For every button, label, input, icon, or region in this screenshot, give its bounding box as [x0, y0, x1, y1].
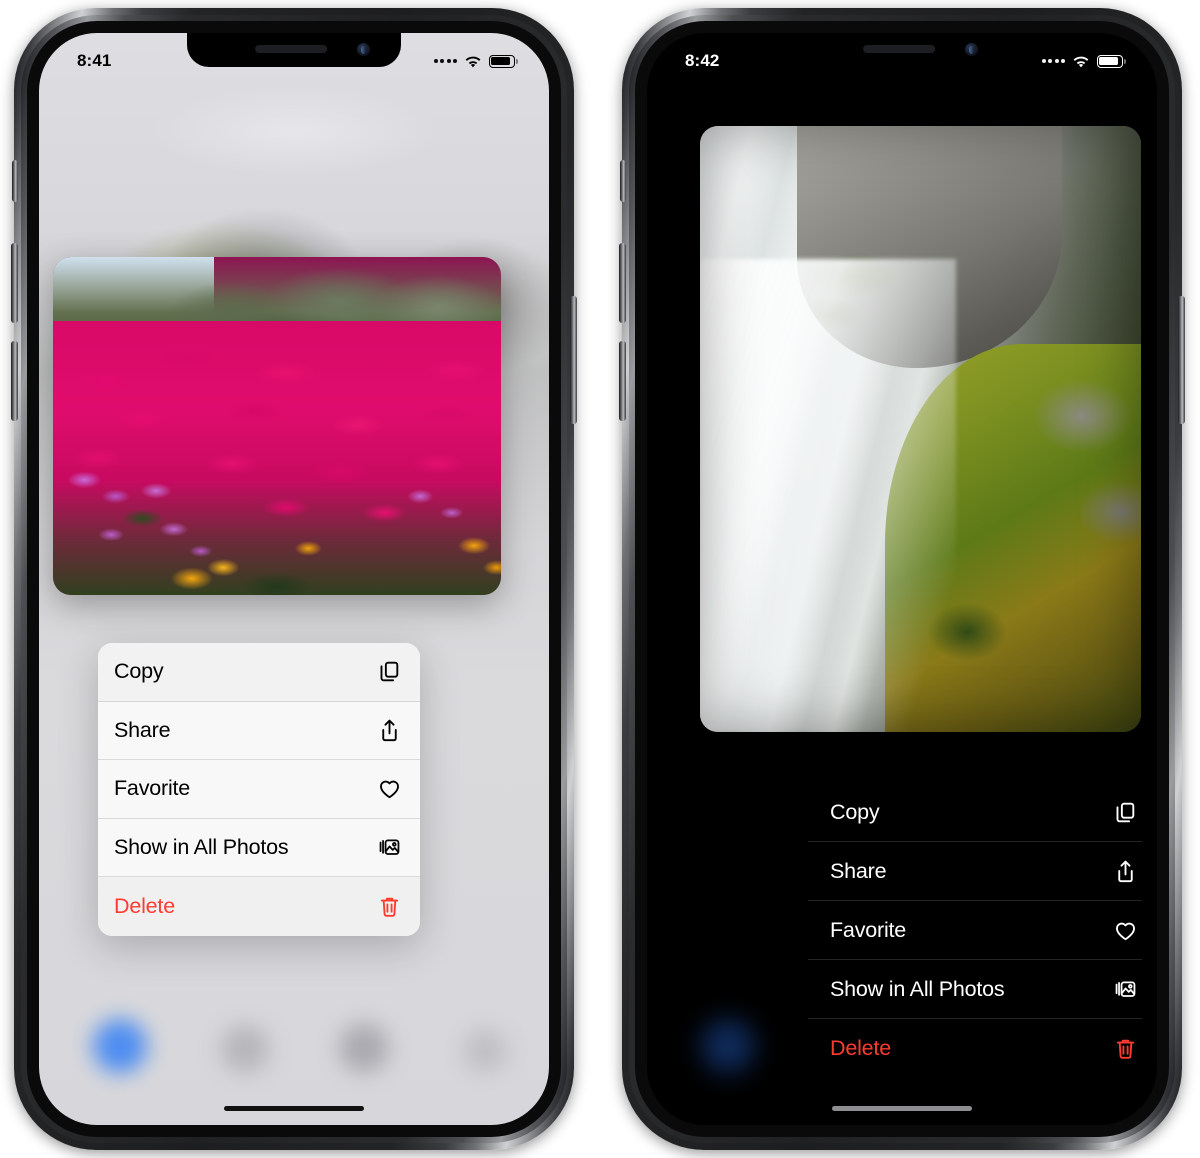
- menu-item-label: Show in All Photos: [830, 976, 1005, 1001]
- cellular-dots-icon: [433, 59, 457, 63]
- photos-stack-icon: [374, 832, 404, 862]
- cellular-dots-icon: [1041, 59, 1065, 63]
- menu-item-favorite[interactable]: Favorite: [808, 901, 1142, 960]
- menu-item-share[interactable]: Share: [98, 701, 420, 760]
- menu-item-show-in-all-photos[interactable]: Show in All Photos: [98, 818, 420, 877]
- volume-down-button[interactable]: [619, 341, 626, 421]
- status-bar-time: 8:42: [685, 51, 720, 70]
- phone-right-screen: Copy Share Favorite Show in All Photos D…: [647, 33, 1157, 1125]
- menu-item-label: Delete: [830, 1036, 891, 1060]
- volume-up-button[interactable]: [619, 243, 626, 323]
- status-bar-time: 8:41: [77, 51, 112, 70]
- menu-item-show-in-all-photos[interactable]: Show in All Photos: [808, 960, 1142, 1019]
- volume-up-button[interactable]: [11, 243, 18, 323]
- for-you-tab[interactable]: [221, 1025, 269, 1073]
- menu-item-label: Share: [114, 717, 171, 742]
- photo-vignette: [700, 126, 1141, 732]
- wifi-icon: [464, 55, 482, 68]
- photo-flowers[interactable]: [53, 257, 501, 595]
- phone-right: Copy Share Favorite Show in All Photos D…: [619, 8, 1185, 1150]
- notch: [795, 33, 1009, 67]
- menu-item-copy[interactable]: Copy: [808, 783, 1142, 842]
- phone-left: Copy Share Favorite Show in All Photos D…: [11, 8, 577, 1150]
- menu-item-label: Copy: [830, 799, 880, 824]
- menu-item-copy[interactable]: Copy: [98, 643, 420, 702]
- menu-item-label: Share: [830, 858, 887, 883]
- battery-full-icon: [1097, 54, 1126, 68]
- menu-item-share[interactable]: Share: [808, 842, 1142, 901]
- trash-icon: [1110, 1034, 1140, 1064]
- home-indicator[interactable]: [224, 1105, 364, 1111]
- menu-item-favorite[interactable]: Favorite: [98, 760, 420, 819]
- library-tab[interactable]: [701, 1019, 755, 1073]
- mute-switch-button[interactable]: [620, 160, 626, 202]
- copy-icon: [374, 657, 404, 687]
- context-menu-dark[interactable]: Copy Share Favorite Show in All Photos D…: [808, 783, 1142, 1078]
- power-button[interactable]: [1178, 296, 1185, 424]
- menu-item-label: Delete: [114, 893, 175, 918]
- menu-item-label: Favorite: [114, 776, 191, 801]
- battery-full-icon: [489, 54, 518, 68]
- albums-tab[interactable]: [339, 1023, 389, 1073]
- power-button[interactable]: [570, 296, 577, 424]
- earpiece-speaker: [863, 45, 936, 53]
- status-bar-indicators: [433, 54, 518, 68]
- earpiece-speaker: [255, 45, 328, 53]
- trash-icon: [374, 891, 404, 921]
- heart-icon: [1110, 915, 1140, 945]
- share-icon: [1110, 856, 1140, 886]
- status-bar-indicators: [1041, 54, 1126, 68]
- photos-stack-icon: [1110, 974, 1140, 1004]
- photo-waterfall[interactable]: [700, 126, 1141, 732]
- search-tab[interactable]: [463, 1029, 507, 1073]
- notch: [187, 33, 401, 67]
- phone-left-screen: Copy Share Favorite Show in All Photos D…: [39, 33, 549, 1125]
- menu-item-label: Favorite: [830, 917, 907, 942]
- library-tab[interactable]: [93, 1019, 147, 1073]
- menu-item-label: Copy: [114, 659, 164, 684]
- mute-switch-button[interactable]: [12, 160, 18, 202]
- photo-flower-field-region: [53, 321, 501, 595]
- screenshot-stage: Copy Share Favorite Show in All Photos D…: [0, 0, 1200, 1158]
- menu-item-delete[interactable]: Delete: [98, 877, 420, 936]
- menu-item-label: Show in All Photos: [114, 834, 289, 859]
- share-icon: [374, 715, 404, 745]
- heart-icon: [374, 774, 404, 804]
- copy-icon: [1110, 797, 1140, 827]
- front-camera-icon: [965, 43, 978, 56]
- volume-down-button[interactable]: [11, 341, 18, 421]
- photo-flowers-image: [53, 257, 501, 595]
- photo-waterfall-image: [700, 126, 1141, 732]
- menu-item-delete[interactable]: Delete: [808, 1019, 1142, 1078]
- home-indicator[interactable]: [832, 1105, 972, 1111]
- context-menu-light[interactable]: Copy Share Favorite Show in All Photos D…: [98, 643, 420, 936]
- front-camera-icon: [357, 43, 370, 56]
- wifi-icon: [1072, 55, 1090, 68]
